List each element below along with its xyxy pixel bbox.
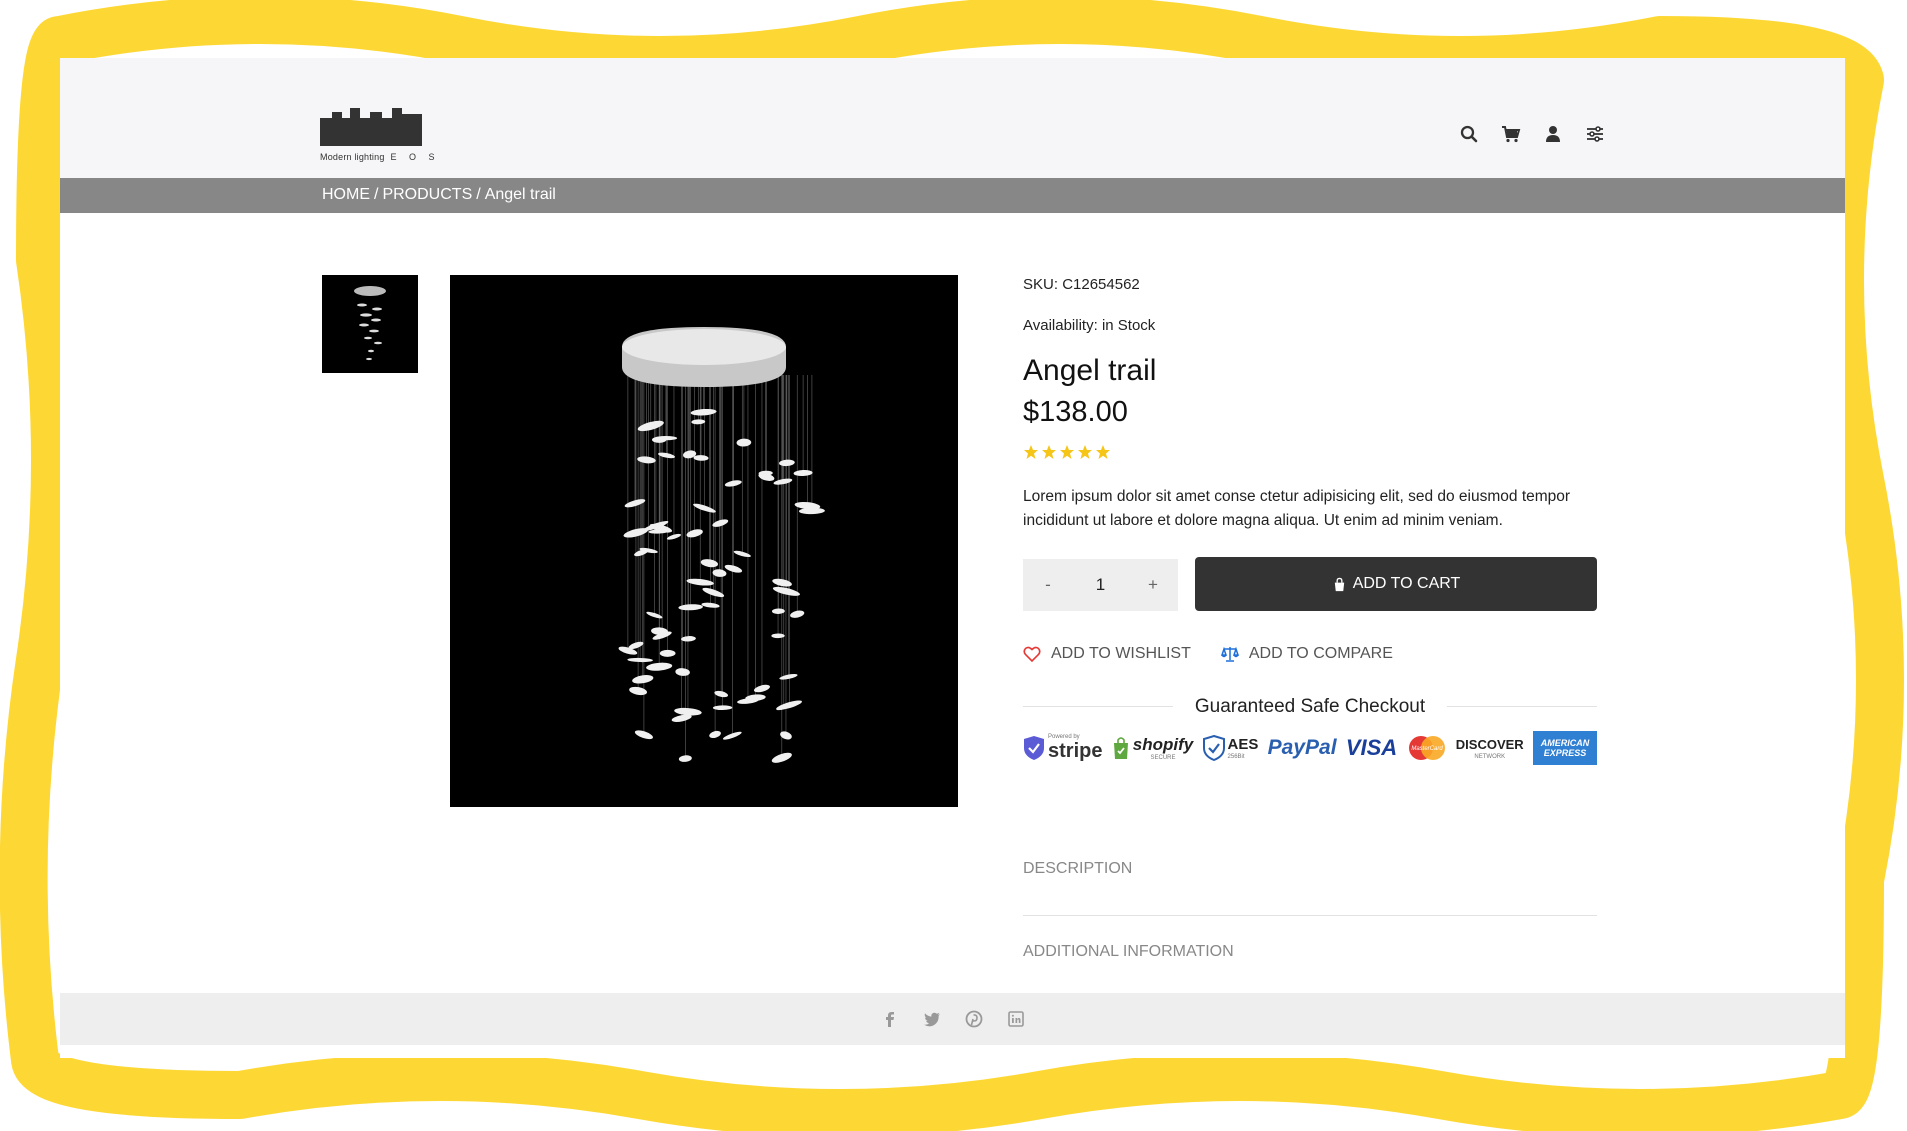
product-price: $138.00 <box>1023 396 1128 428</box>
balance-scale-icon <box>1220 646 1239 662</box>
payment-badges: Powered by stripe shopify SECURE AES 256Bit… <box>1023 731 1597 765</box>
chandelier-thumbnail-image <box>322 275 418 373</box>
tab-description[interactable]: DESCRIPTION <box>1023 860 1132 878</box>
tab-additional-information[interactable]: ADDITIONAL INFORMATION <box>1023 943 1234 961</box>
mastercard-label: MasterCard <box>1411 746 1443 752</box>
site-logo[interactable]: Modern lighting E O S <box>320 108 440 168</box>
divider <box>1023 915 1597 916</box>
chandelier-image <box>450 275 958 807</box>
product-thumbnail[interactable] <box>322 275 418 373</box>
shield-check-icon <box>1202 735 1225 761</box>
visa-badge: VISA <box>1345 735 1398 760</box>
cart-icon[interactable] <box>1501 124 1521 144</box>
shield-icon <box>1024 736 1044 760</box>
breadcrumb-home[interactable]: HOME <box>322 186 370 203</box>
site-footer <box>60 993 1845 1045</box>
stripe-badge: Powered by stripe <box>1023 733 1102 763</box>
star-icon <box>1042 445 1056 459</box>
star-icon <box>1024 445 1038 459</box>
product-actions: ADD TO WISHLIST ADD TO COMPARE <box>1023 645 1393 663</box>
breadcrumb-current: Angel trail <box>484 186 556 203</box>
breadcrumb: HOME / PRODUCTS / Angel trail <box>322 186 556 204</box>
discover-small-label: NETWORK <box>1474 754 1506 760</box>
quantity-increase-button[interactable]: + <box>1128 575 1178 595</box>
product-description: Lorem ipsum dolor sit amet conse ctetur … <box>1023 488 1571 529</box>
breadcrumb-bar: HOME / PRODUCTS / Angel trail <box>60 178 1845 213</box>
divider <box>1447 706 1597 707</box>
search-icon[interactable] <box>1459 124 1479 144</box>
heart-icon <box>1023 646 1041 663</box>
shopping-bag-icon <box>1334 577 1344 591</box>
quantity-stepper: - 1 + <box>1023 559 1178 611</box>
aes-label: AES <box>1227 736 1259 753</box>
discover-badge: DISCOVER NETWORK <box>1456 733 1524 763</box>
add-to-compare-link[interactable]: ADD TO COMPARE <box>1220 645 1393 663</box>
logo-caption: Modern lighting <box>320 152 385 162</box>
availability-label: Availability: <box>1023 317 1098 334</box>
sku-value: C12654562 <box>1062 276 1140 293</box>
quantity-decrease-button[interactable]: - <box>1023 575 1073 595</box>
rating-stars <box>1023 444 1111 460</box>
discover-label: DISCOVER <box>1455 737 1524 752</box>
twitter-icon[interactable] <box>922 1009 942 1029</box>
logo-mark <box>320 108 422 146</box>
add-to-compare-label: ADD TO COMPARE <box>1248 645 1393 662</box>
safe-checkout-heading: Guaranteed Safe Checkout <box>1023 696 1597 717</box>
add-to-wishlist-label: ADD TO WISHLIST <box>1051 645 1191 662</box>
product-main-image <box>450 275 958 807</box>
amex-badge: AMERICAN EXPRESS <box>1533 731 1597 765</box>
shopping-bag-icon <box>1113 737 1128 759</box>
mastercard-logo-icon: MasterCard <box>1408 736 1445 760</box>
breadcrumb-separator: / <box>476 186 481 203</box>
logo-text: Modern lighting E O S <box>320 152 440 162</box>
quantity-input[interactable]: 1 <box>1073 575 1128 595</box>
shopify-label: shopify <box>1132 735 1194 754</box>
linkedin-icon[interactable] <box>1006 1009 1026 1029</box>
add-to-cart-button[interactable]: ADD TO CART <box>1195 557 1597 611</box>
pinterest-icon[interactable] <box>964 1009 984 1029</box>
settings-sliders-icon[interactable] <box>1585 124 1605 144</box>
star-icon <box>1060 445 1074 459</box>
sku-label: SKU: <box>1023 276 1059 293</box>
mastercard-badge: MasterCard <box>1407 733 1447 763</box>
paypal-badge: PayPal <box>1267 736 1337 759</box>
star-icon <box>1096 445 1110 459</box>
availability-line: Availability: in Stock <box>1023 317 1155 334</box>
breadcrumb-separator: / <box>374 186 379 203</box>
social-links <box>60 1009 1845 1029</box>
facebook-icon[interactable] <box>880 1009 900 1029</box>
logo-letters: E O S <box>390 152 440 162</box>
sku-line: SKU: C12654562 <box>1023 276 1140 293</box>
breadcrumb-products[interactable]: PRODUCTS <box>382 186 472 203</box>
header-icons <box>1459 124 1605 144</box>
site-header: Modern lighting E O S <box>60 58 1845 178</box>
availability-value: in Stock <box>1101 317 1156 334</box>
shopify-small-label: SECURE <box>1150 755 1176 761</box>
aes-badge: AES 256Bit <box>1202 733 1259 763</box>
aes-small-label: 256Bit <box>1227 754 1245 760</box>
stripe-label: stripe <box>1048 739 1103 762</box>
shopify-badge: shopify SECURE <box>1112 733 1193 763</box>
star-icon <box>1078 445 1092 459</box>
user-icon[interactable] <box>1543 124 1563 144</box>
product-title: Angel trail <box>1023 354 1157 387</box>
add-to-wishlist-link[interactable]: ADD TO WISHLIST <box>1023 645 1191 663</box>
product-page: Modern lighting E O S HOME / PRODUCTS / Angel… <box>60 58 1845 1058</box>
safe-checkout-title: Guaranteed Safe Checkout <box>1194 696 1426 717</box>
add-to-cart-label: ADD TO CART <box>1352 575 1461 592</box>
